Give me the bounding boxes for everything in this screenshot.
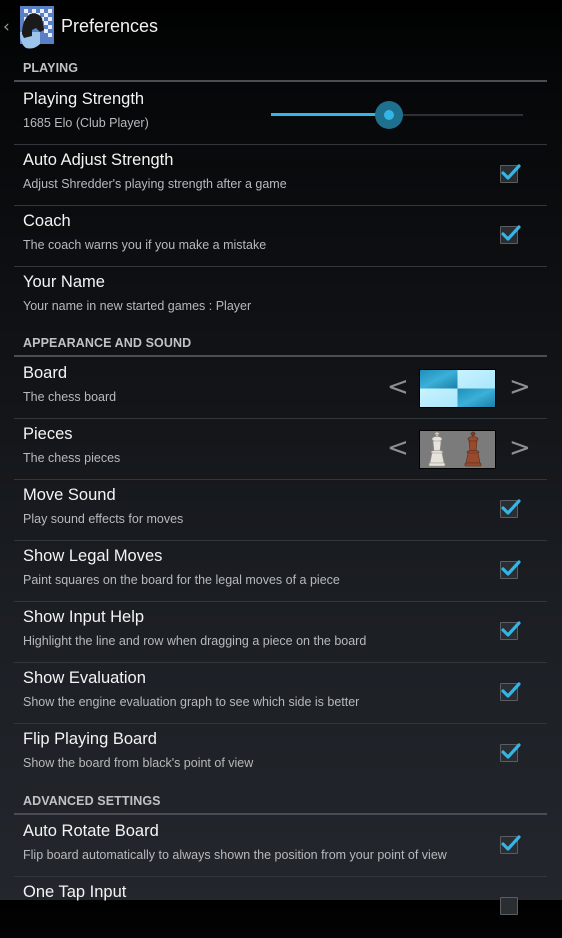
section-label: ADVANCED SETTINGS [23,794,161,808]
checkmark-icon [501,743,521,759]
pref-summary: The chess board [23,390,117,404]
section-header-advanced-settings: ADVANCED SETTINGS [14,789,547,816]
auto-rotate-board-checkbox[interactable] [500,835,521,854]
pref-title: One Tap Input [23,883,127,901]
slider-thumb[interactable] [384,110,394,120]
pieces-preview [419,430,496,469]
pref-title: Board [23,364,68,382]
checkmark-icon [501,621,521,637]
pref-board[interactable]: Board The chess board < > [14,358,547,419]
coach-checkbox[interactable] [500,225,521,244]
pref-title: Auto Adjust Strength [23,151,174,169]
section-divider [14,80,547,82]
pref-summary: Flip board automatically to always shown… [23,848,447,862]
previous-pieces-button[interactable]: < [387,433,409,463]
pref-title: Flip Playing Board [23,730,157,748]
checkmark-icon [501,560,521,576]
pref-summary: Highlight the line and row when dragging… [23,634,367,648]
section-divider [14,355,547,357]
action-bar: ‹ Preferences [0,0,562,56]
pref-coach[interactable]: Coach The coach warns you if you make a … [14,206,547,267]
pref-show-legal-moves[interactable]: Show Legal Moves Paint squares on the bo… [14,541,547,602]
checkmark-icon [501,164,521,180]
pref-auto-rotate-board[interactable]: Auto Rotate Board Flip board automatical… [14,816,547,877]
pref-title: Pieces [23,425,73,443]
pref-title: Your Name [23,273,105,291]
pref-show-input-help[interactable]: Show Input Help Highlight the line and r… [14,602,547,663]
section-header-playing: PLAYING [14,56,547,83]
section-label: APPEARANCE AND SOUND [23,336,192,350]
checkmark-icon [501,835,521,851]
checkmark-icon [501,682,521,698]
pref-title: Playing Strength [23,90,145,108]
pref-summary: 1685 Elo (Club Player) [23,116,149,130]
pref-summary: Show the board from black's point of vie… [23,756,254,770]
pref-title: Move Sound [23,486,116,504]
move-sound-checkbox[interactable] [500,499,521,518]
pref-your-name[interactable]: Your Name Your name in new started games… [14,267,547,323]
pref-summary: Adjust Shredder's playing strength after… [23,177,287,191]
checkmark-icon [501,225,521,241]
pref-auto-adjust-strength[interactable]: Auto Adjust Strength Adjust Shredder's p… [14,145,547,206]
pref-summary: Show the engine evaluation graph to see … [23,695,360,709]
pref-flip-playing-board[interactable]: Flip Playing Board Show the board from b… [14,724,547,780]
board-preview [419,369,496,408]
pref-title: Show Legal Moves [23,547,163,565]
pref-summary: The coach warns you if you make a mistak… [23,238,267,252]
playing-strength-slider[interactable] [271,100,523,130]
auto-adjust-strength-checkbox[interactable] [500,164,521,183]
pref-show-evaluation[interactable]: Show Evaluation Show the engine evaluati… [14,663,547,724]
pref-summary: Your name in new started games : Player [23,299,252,313]
show-legal-moves-checkbox[interactable] [500,560,521,579]
chevron-left-icon[interactable]: ‹ [3,17,10,37]
section-label: PLAYING [23,61,79,75]
pref-title: Show Input Help [23,608,145,626]
pref-move-sound[interactable]: Move Sound Play sound effects for moves [14,480,547,541]
pref-summary: Play sound effects for moves [23,512,184,526]
pref-playing-strength[interactable]: Playing Strength 1685 Elo (Club Player) [14,84,547,145]
app-icon[interactable] [16,6,56,50]
show-evaluation-checkbox[interactable] [500,682,521,701]
screen-title: Preferences [61,16,159,36]
slider-fill [271,113,389,116]
pref-title: Show Evaluation [23,669,146,687]
pref-pieces[interactable]: Pieces The chess pieces < > [14,419,547,480]
pref-title: Coach [23,212,71,230]
checkmark-icon [501,499,521,515]
flip-playing-board-checkbox[interactable] [500,743,521,762]
section-header-appearance-and-sound: APPEARANCE AND SOUND [14,331,547,358]
pref-summary: Paint squares on the board for the legal… [23,573,340,587]
pref-one-tap-input[interactable]: One Tap Input [14,877,547,938]
next-pieces-button[interactable]: > [509,433,531,463]
next-board-button[interactable]: > [509,372,531,402]
pref-title: Auto Rotate Board [23,822,159,840]
show-input-help-checkbox[interactable] [500,621,521,640]
previous-board-button[interactable]: < [387,372,409,402]
pref-summary: The chess pieces [23,451,121,465]
section-divider [14,813,547,815]
